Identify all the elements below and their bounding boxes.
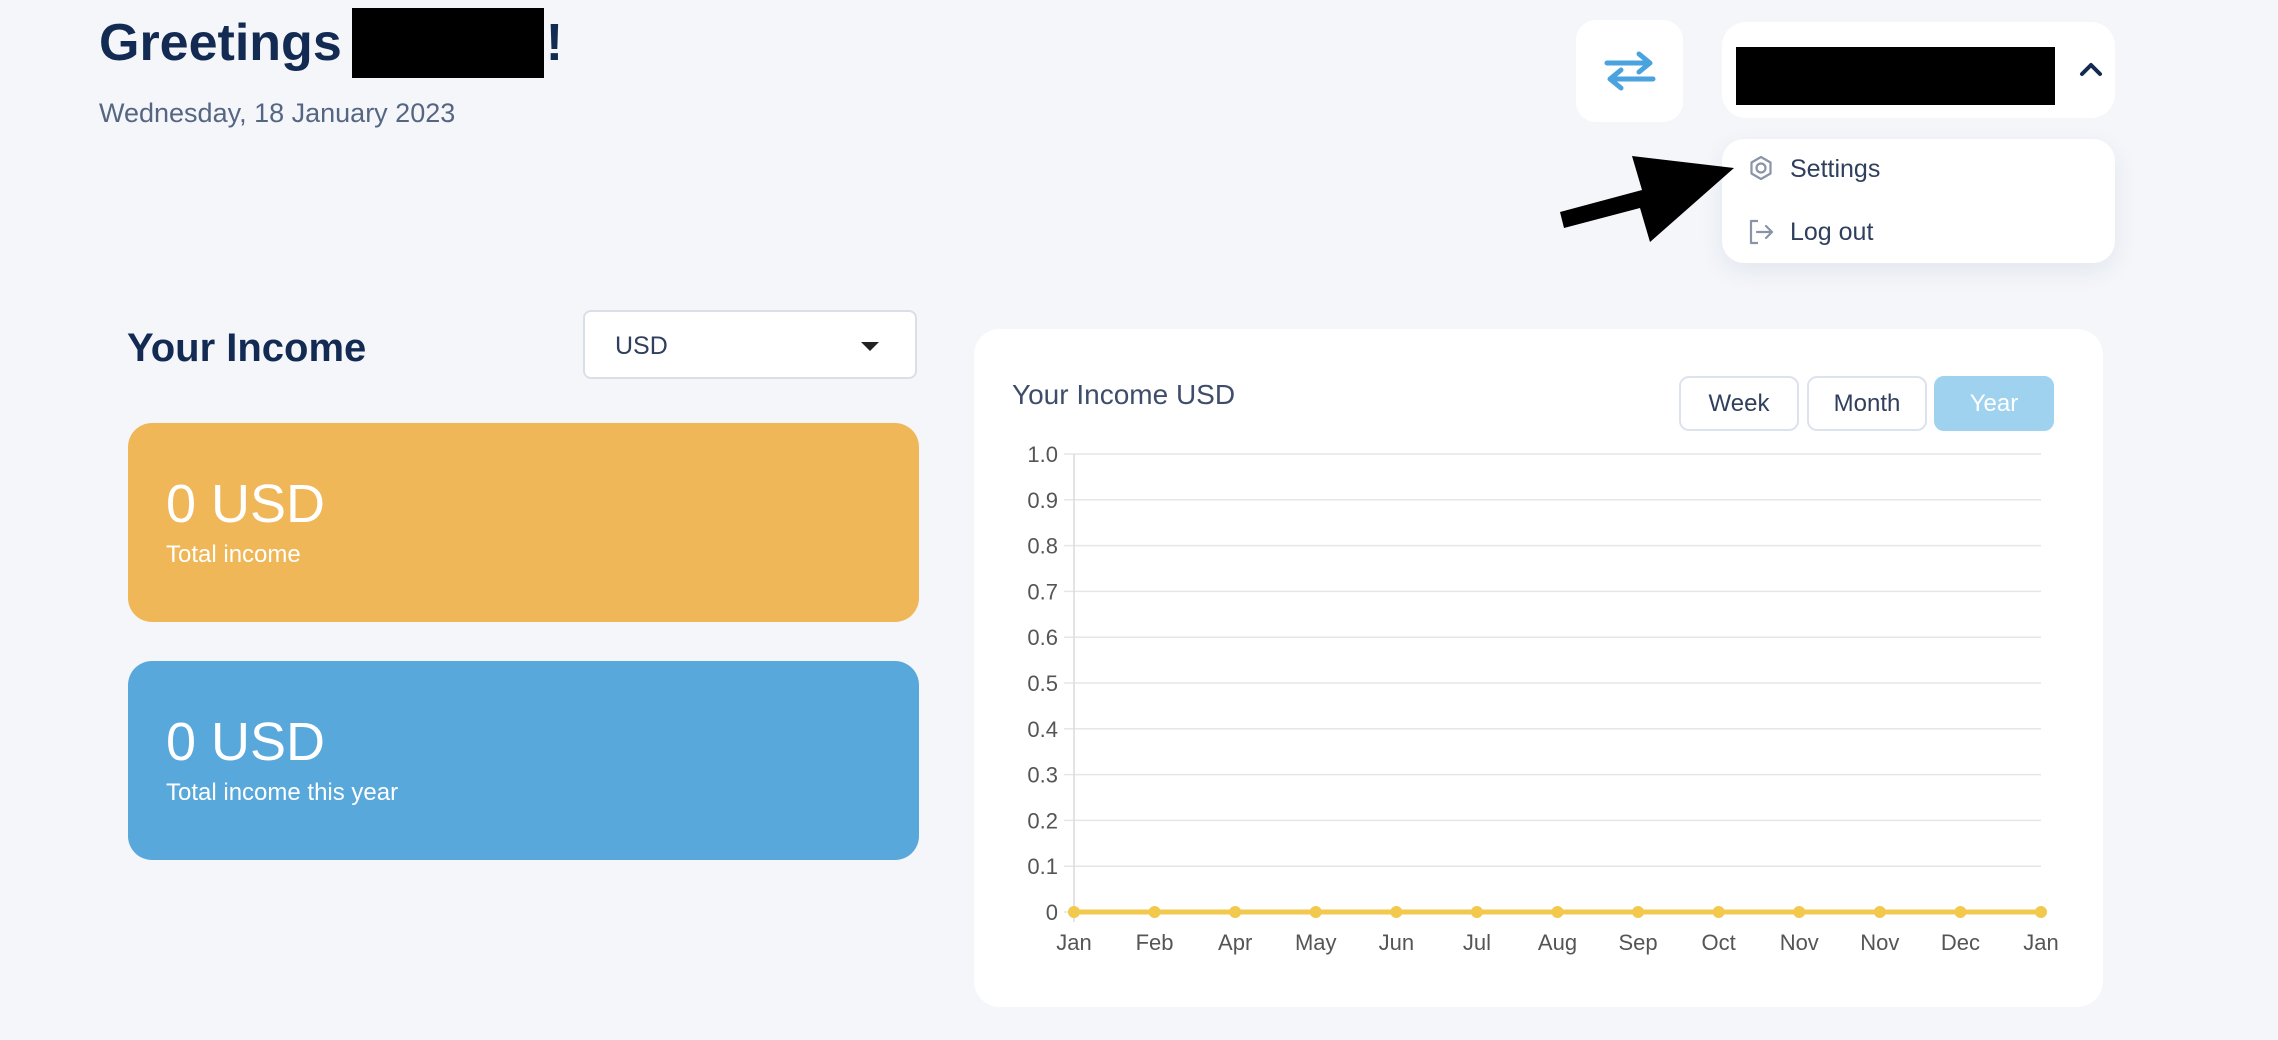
currency-select-value: USD [615,332,668,360]
x-tick-label: Nov [1780,930,1819,955]
redacted-account-name [1736,47,2055,105]
data-point [1954,906,1967,918]
data-point [1551,906,1564,918]
gear-icon [1750,155,1772,181]
x-tick-label: Jan [2023,930,2058,955]
total-income-label: Total income [166,541,301,568]
total-income-year-card: 0 USD Total income this year [128,661,919,860]
x-tick-label: Aug [1538,930,1577,955]
data-point [1793,906,1806,918]
y-tick-label: 0.7 [1027,579,1058,604]
greeting-heading: Greetings ! [99,8,563,78]
y-tick-label: 0.4 [1027,717,1058,742]
menu-item-settings[interactable]: Settings [1746,149,1880,189]
log-out-label: Log out [1790,217,1874,246]
y-tick-label: 0.1 [1027,854,1058,879]
data-point [1470,906,1483,918]
x-tick-label: Sep [1619,930,1658,955]
data-point [1632,906,1645,918]
greeting-suffix: ! [545,14,564,72]
y-tick-label: 0 [1046,900,1058,925]
y-tick-label: 0.2 [1027,808,1058,833]
y-tick-label: 0.6 [1027,625,1058,650]
total-income-year-label: Total income this year [166,779,399,806]
y-tick-label: 0.3 [1027,763,1058,788]
total-income-amount: 0 USD [166,474,326,534]
data-point [1148,906,1161,918]
x-tick-label: Oct [1702,930,1736,955]
x-tick-label: Jan [1056,930,1091,955]
user-menu-button[interactable] [1722,22,2115,118]
total-income-card: 0 USD Total income [128,423,919,622]
data-point [1712,906,1725,918]
swap-arrows-icon [1604,51,1655,91]
switch-button[interactable] [1576,20,1683,122]
x-tick-label: Jul [1463,930,1491,955]
data-point [1229,906,1242,918]
data-point [2035,906,2047,918]
chevron-up-icon [2080,63,2102,76]
y-tick-label: 1.0 [1027,442,1058,467]
data-point [1390,906,1403,918]
currency-select[interactable]: USD [583,310,917,379]
current-date: Wednesday, 18 January 2023 [99,98,456,128]
data-point [1068,906,1080,918]
income-line-chart: 1.0 0.9 0.8 0.7 0.6 0.5 0.4 0.3 0.2 0.1 0 Jan Feb Apr… [1027,442,2058,955]
y-tick-label: 0.9 [1027,488,1058,513]
x-tick-label: Feb [1136,930,1174,955]
x-tick-label: Jun [1379,930,1414,955]
data-point [1873,906,1886,918]
settings-label: Settings [1790,154,1881,183]
x-tick-label: Apr [1218,930,1252,955]
caret-down-icon [861,342,879,351]
y-tick-label: 0.8 [1027,534,1058,559]
data-point [1309,906,1322,918]
logout-icon [1749,219,1774,245]
redacted-user-name [351,8,544,78]
greeting-prefix: Greetings [99,14,342,72]
income-chart-card: Your Income USD Week Month Year 1.0 0.9 0.… [974,329,2103,1007]
annotation-arrow [1560,156,1734,242]
income-title: Your Income [127,326,367,370]
menu-item-log-out[interactable]: Log out [1746,212,1873,252]
x-tick-label: Nov [1860,930,1899,955]
y-tick-label: 0.5 [1027,671,1058,696]
x-tick-label: Dec [1941,930,1980,955]
total-income-year-amount: 0 USD [166,712,326,772]
x-tick-label: May [1295,930,1337,955]
